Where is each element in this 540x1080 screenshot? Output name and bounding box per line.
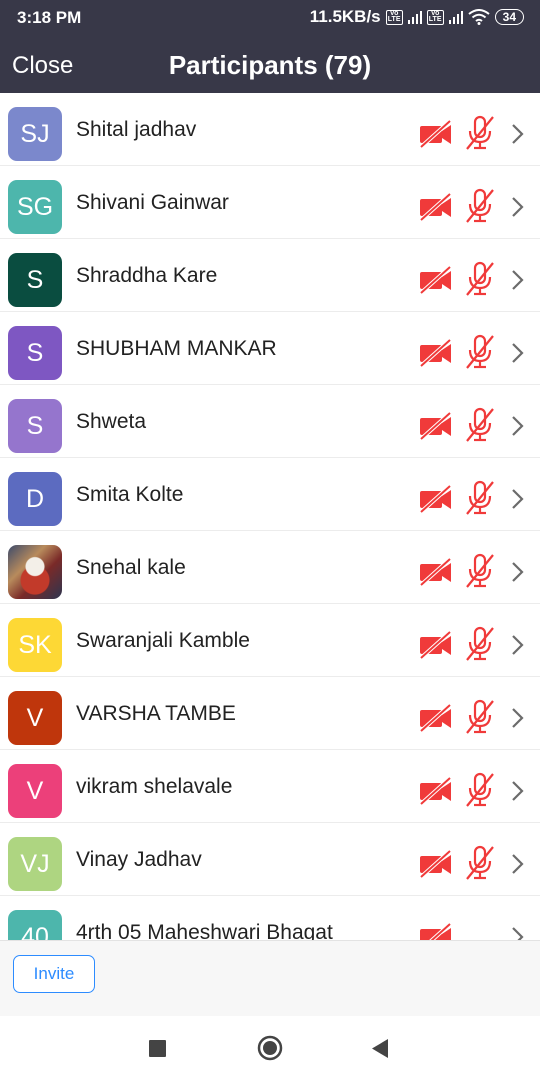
- participant-name: Shweta: [76, 410, 147, 433]
- chevron-right-icon[interactable]: [510, 123, 524, 145]
- participant-row[interactable]: D Smita Kolte: [0, 458, 540, 531]
- chevron-right-icon[interactable]: [510, 488, 524, 510]
- signal-icon: [407, 10, 422, 24]
- participant-name: Smita Kolte: [76, 483, 184, 506]
- mic-muted-icon[interactable]: [465, 334, 495, 370]
- avatar-photo: [8, 545, 62, 599]
- video-off-icon[interactable]: [419, 484, 453, 514]
- video-off-icon[interactable]: [419, 703, 453, 733]
- chevron-right-icon[interactable]: [510, 707, 524, 729]
- chevron-right-icon[interactable]: [510, 926, 524, 940]
- participant-row[interactable]: V VARSHA TAMBE: [0, 677, 540, 750]
- participant-name: 4rth 05 Maheshwari Bhagat: [76, 921, 333, 940]
- chevron-right-icon[interactable]: [510, 415, 524, 437]
- video-off-icon[interactable]: [419, 849, 453, 879]
- participant-row[interactable]: Snehal kale: [0, 531, 540, 604]
- system-nav-bar: [0, 1016, 540, 1080]
- mic-muted-icon[interactable]: [465, 407, 495, 443]
- signal-icon-2: [448, 10, 463, 24]
- mic-muted-icon[interactable]: [465, 480, 495, 516]
- video-off-icon[interactable]: [419, 192, 453, 222]
- recents-icon[interactable]: [149, 1040, 166, 1057]
- close-button[interactable]: Close: [12, 52, 73, 80]
- mic-muted-icon[interactable]: [465, 772, 495, 808]
- chevron-right-icon[interactable]: [510, 269, 524, 291]
- status-icons: 11.5KB/s Vo LTE Vo LTE 34: [310, 7, 524, 27]
- chevron-right-icon[interactable]: [510, 561, 524, 583]
- back-icon[interactable]: [370, 1038, 390, 1059]
- participant-row[interactable]: S Shweta: [0, 385, 540, 458]
- participant-name: Swaranjali Kamble: [76, 629, 250, 652]
- avatar: S: [8, 253, 62, 307]
- chevron-right-icon[interactable]: [510, 634, 524, 656]
- avatar: S: [8, 399, 62, 453]
- chevron-right-icon[interactable]: [510, 780, 524, 802]
- invite-button[interactable]: Invite: [13, 955, 95, 993]
- avatar: D: [8, 472, 62, 526]
- avatar: SJ: [8, 107, 62, 161]
- video-off-icon[interactable]: [419, 776, 453, 806]
- video-off-icon[interactable]: [419, 338, 453, 368]
- status-time: 3:18 PM: [17, 8, 82, 27]
- participant-name: VARSHA TAMBE: [76, 702, 236, 725]
- participant-row[interactable]: SG Shivani Gainwar: [0, 166, 540, 239]
- video-off-icon[interactable]: [419, 630, 453, 660]
- participant-row[interactable]: 40 4rth 05 Maheshwari Bhagat: [0, 896, 540, 940]
- network-speed: 11.5KB/s: [309, 7, 381, 26]
- status-bar: 3:18 PM 11.5KB/s Vo LTE Vo LTE 34: [0, 0, 540, 34]
- participant-name: Shital jadhav: [76, 118, 197, 141]
- avatar: V: [8, 764, 62, 818]
- chevron-right-icon[interactable]: [510, 342, 524, 364]
- video-off-icon[interactable]: [419, 922, 453, 940]
- avatar: V: [8, 691, 62, 745]
- participant-name: Shivani Gainwar: [76, 191, 229, 214]
- participant-name: Snehal kale: [76, 556, 186, 579]
- participant-row[interactable]: V vikram shelavale: [0, 750, 540, 823]
- participant-name: SHUBHAM MANKAR: [76, 337, 277, 360]
- chevron-right-icon[interactable]: [510, 853, 524, 875]
- participant-row[interactable]: S Shraddha Kare: [0, 239, 540, 312]
- footer-bar: Invite: [0, 940, 540, 1017]
- participant-name: Shraddha Kare: [76, 264, 218, 287]
- volte-icon: Vo LTE: [385, 9, 403, 25]
- mic-muted-icon[interactable]: [465, 553, 495, 589]
- volte-icon-2: Vo LTE: [426, 9, 444, 25]
- mic-muted-icon[interactable]: [465, 261, 495, 297]
- avatar: VJ: [8, 837, 62, 891]
- battery-icon: 34: [494, 9, 524, 25]
- chevron-right-icon[interactable]: [510, 196, 524, 218]
- participant-row[interactable]: SK Swaranjali Kamble: [0, 604, 540, 677]
- participant-row[interactable]: VJ Vinay Jadhav: [0, 823, 540, 896]
- app-header: 3:18 PM 11.5KB/s Vo LTE Vo LTE 34 Close …: [0, 0, 540, 93]
- participant-list[interactable]: SJ Shital jadhav SG Shivani Gainwar S Sh…: [0, 93, 540, 940]
- mic-muted-icon[interactable]: [465, 188, 495, 224]
- participant-row[interactable]: SJ Shital jadhav: [0, 93, 540, 166]
- home-icon[interactable]: [257, 1035, 283, 1061]
- page-title: Participants (79): [168, 50, 372, 80]
- avatar: SG: [8, 180, 62, 234]
- participant-name: Vinay Jadhav: [76, 848, 202, 871]
- video-off-icon[interactable]: [419, 557, 453, 587]
- mic-muted-icon[interactable]: [465, 626, 495, 662]
- video-off-icon[interactable]: [419, 265, 453, 295]
- avatar: S: [8, 326, 62, 380]
- nav-bar: Close Participants (79): [0, 40, 540, 90]
- avatar: SK: [8, 618, 62, 672]
- wifi-icon: [468, 9, 490, 25]
- participant-name: vikram shelavale: [76, 775, 233, 798]
- mic-muted-icon[interactable]: [465, 699, 495, 735]
- video-off-icon[interactable]: [419, 411, 453, 441]
- video-off-icon[interactable]: [419, 119, 453, 149]
- avatar: 40: [8, 910, 62, 940]
- participant-row[interactable]: S SHUBHAM MANKAR: [0, 312, 540, 385]
- mic-muted-icon[interactable]: [465, 845, 495, 881]
- mic-muted-icon[interactable]: [465, 115, 495, 151]
